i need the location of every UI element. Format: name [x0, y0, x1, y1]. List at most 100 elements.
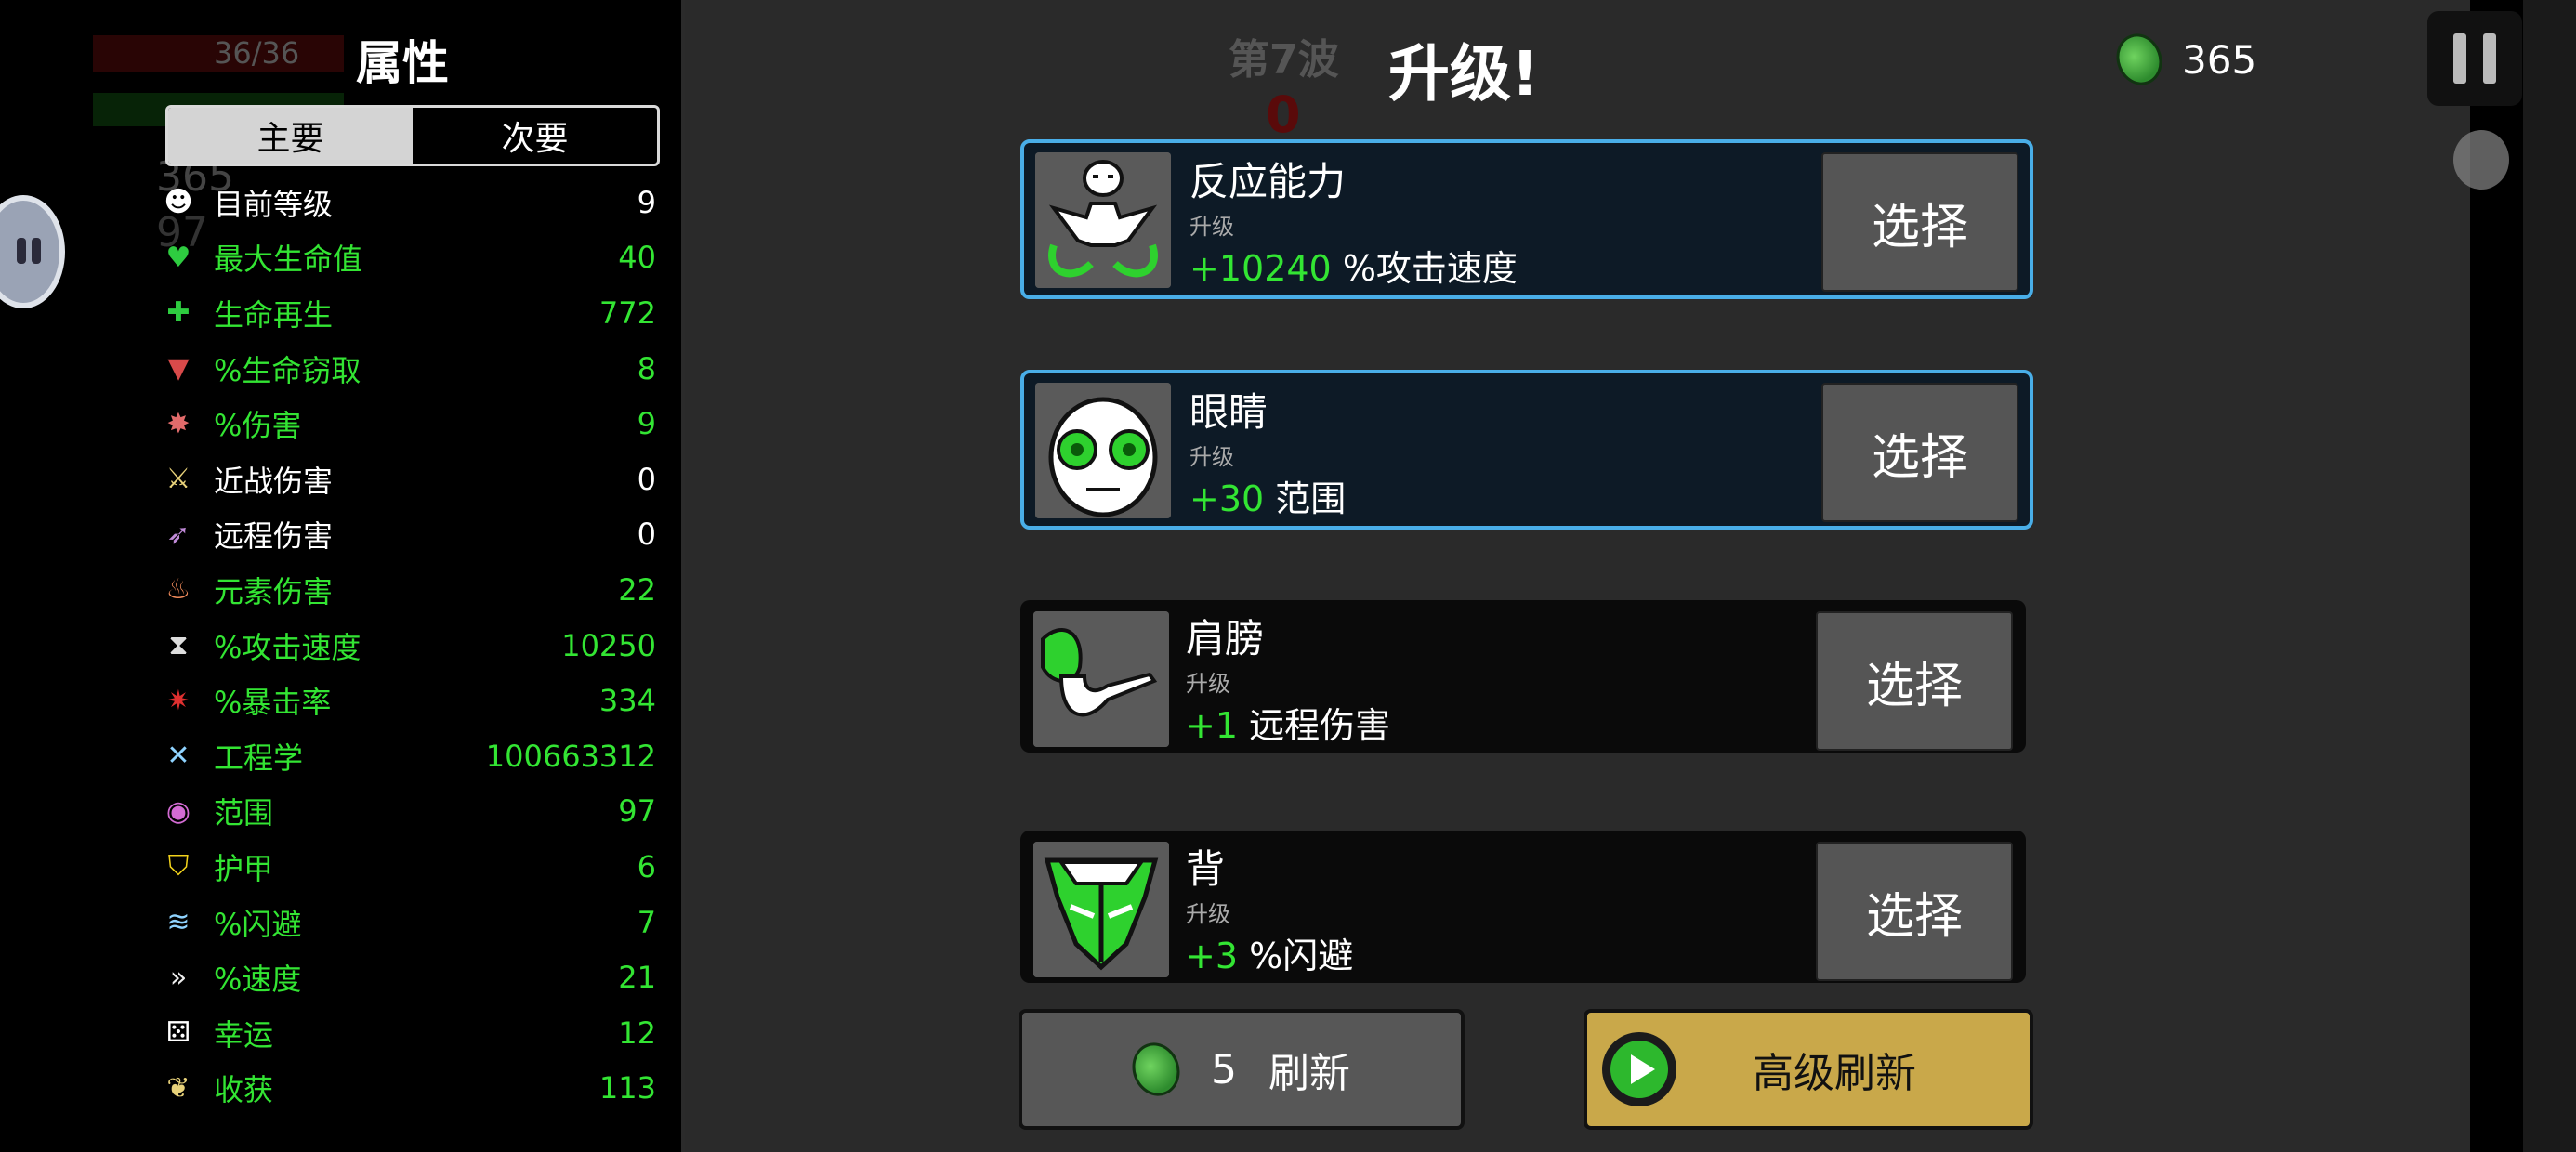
- upgrade-stat: %攻击速度: [1342, 248, 1518, 289]
- stat-row: ⚄ 幸运 12: [160, 1005, 656, 1061]
- upgrade-effect: +3 %闪避: [1186, 927, 1353, 978]
- stats-panel: 36/36 365 97 属性 主要 次要 ☻ 目前等级 9 ♥ 最大生命值 4…: [0, 0, 685, 1152]
- tab-secondary[interactable]: 次要: [413, 108, 657, 164]
- stat-row: ✷ %暴击率 334: [160, 673, 656, 728]
- back-icon: [1033, 842, 1169, 977]
- chat-bubble-icon[interactable]: [0, 195, 65, 308]
- reroll-cost: 5: [1211, 1045, 1237, 1093]
- upgrade-type: 升级: [1186, 901, 1230, 927]
- stat-name: 工程学: [214, 740, 304, 776]
- melee-icon: ⚔: [165, 463, 191, 496]
- page-title: 升级!: [1388, 38, 1540, 110]
- stat-name: 远程伤害: [214, 518, 334, 555]
- premium-reroll-label: 高级刷新: [1753, 1050, 1916, 1097]
- upgrade-stat: 范围: [1275, 478, 1347, 519]
- stat-row: » %速度 21: [160, 949, 656, 1005]
- stat-value: 0: [637, 461, 656, 497]
- stat-value: 22: [618, 571, 656, 608]
- stat-row: ≋ %闪避 7: [160, 895, 656, 950]
- stat-value: 21: [618, 960, 656, 996]
- upgrade-effect: +30 范围: [1189, 470, 1346, 521]
- upgrade-name: 背: [1186, 846, 1226, 892]
- reflexes-icon: [1035, 152, 1171, 288]
- upgrade-card[interactable]: 肩膀 升级 +1 远程伤害 选择: [1020, 600, 2026, 753]
- stat-row: ➶ 远程伤害 0: [160, 507, 656, 563]
- range-icon: ◉: [165, 794, 191, 828]
- stat-name: %速度: [214, 962, 302, 998]
- stat-value: 40: [618, 240, 656, 276]
- upgrade-effect: +1 远程伤害: [1186, 697, 1390, 748]
- pause-icon: [2453, 33, 2466, 84]
- stat-row: ✕ 工程学 100663312: [160, 728, 656, 784]
- stat-value: 12: [618, 1015, 656, 1051]
- upgrade-stat: 远程伤害: [1249, 705, 1391, 746]
- stat-name: 幸运: [214, 1016, 274, 1053]
- upgrade-type: 升级: [1189, 214, 1234, 240]
- premium-reroll-button[interactable]: 高级刷新: [1584, 1009, 2033, 1130]
- stat-name: 目前等级: [214, 186, 334, 222]
- crit-icon: ✷: [166, 684, 191, 717]
- reroll-label: 刷新: [1268, 1050, 1350, 1097]
- stat-value: 100663312: [485, 738, 656, 774]
- stat-row: ❦ 收获 113: [160, 1061, 656, 1117]
- upgrade-name: 反应能力: [1189, 159, 1347, 204]
- hourglass-icon: ⧗: [168, 629, 189, 662]
- stats-list: ☻ 目前等级 9 ♥ 最大生命值 40 ✚ 生命再生 772 ▼ %生命窃取 8…: [160, 175, 656, 1116]
- stat-name: 范围: [214, 795, 274, 831]
- reroll-button[interactable]: 5 刷新: [1019, 1009, 1465, 1130]
- upgrade-name: 肩膀: [1186, 616, 1265, 661]
- stat-value: 10250: [561, 627, 656, 663]
- upgrade-type: 升级: [1189, 444, 1234, 470]
- upgrade-amount: +1: [1186, 705, 1239, 746]
- choose-button[interactable]: 选择: [1821, 152, 2018, 292]
- stat-row: ♨ 元素伤害 22: [160, 562, 656, 618]
- stats-tabs: 主要 次要: [165, 105, 660, 166]
- heart-icon: ♥: [165, 241, 191, 274]
- upgrade-card[interactable]: 眼睛 升级 +30 范围 选择: [1020, 370, 2033, 530]
- upgrade-amount: +30: [1189, 478, 1265, 519]
- upgrade-name: 眼睛: [1189, 389, 1268, 435]
- stat-name: %闪避: [214, 906, 302, 942]
- eyes-icon: [1035, 383, 1171, 518]
- choose-button[interactable]: 选择: [1816, 611, 2013, 751]
- level-icon: ☻: [164, 186, 193, 219]
- upgrade-card[interactable]: 反应能力 升级 +10240 %攻击速度 选择: [1020, 139, 2033, 299]
- upgrade-type: 升级: [1186, 671, 1230, 697]
- upgrade-amount: +10240: [1189, 248, 1332, 289]
- stat-row: ☻ 目前等级 9: [160, 175, 656, 230]
- stat-name: %暴击率: [214, 685, 332, 721]
- upgrade-card[interactable]: 背 升级 +3 %闪避 选择: [1020, 831, 2026, 983]
- shield-icon: ⛉: [167, 850, 190, 884]
- upgrade-effect: +10240 %攻击速度: [1189, 240, 1518, 291]
- stat-name: 近战伤害: [214, 463, 334, 499]
- stat-row: ⚔ 近战伤害 0: [160, 452, 656, 507]
- stat-name: %伤害: [214, 408, 302, 444]
- stat-value: 113: [598, 1070, 656, 1106]
- stat-name: 元素伤害: [214, 573, 334, 609]
- pause-button[interactable]: [2427, 11, 2522, 106]
- lifesteal-icon: ▼: [167, 352, 190, 386]
- shoulder-icon: [1033, 611, 1169, 747]
- upgrade-stat: %闪避: [1249, 936, 1354, 976]
- stat-value: 7: [637, 904, 656, 940]
- stat-name: 最大生命值: [214, 242, 363, 278]
- harvest-icon: ❦: [166, 1071, 191, 1105]
- engineering-icon: ✕: [166, 740, 191, 773]
- elemental-icon: ♨: [165, 573, 191, 607]
- stat-row: ⛉ 护甲 6: [160, 839, 656, 895]
- stat-value: 9: [637, 406, 656, 442]
- wave-label: 第7波: [1229, 36, 1339, 84]
- choose-button[interactable]: 选择: [1816, 842, 2013, 981]
- choose-button[interactable]: 选择: [1821, 383, 2018, 522]
- material-count: 365: [2182, 36, 2257, 83]
- stat-value: 334: [598, 683, 656, 719]
- tab-primary[interactable]: 主要: [168, 108, 413, 164]
- stat-row: ♥ 最大生命值 40: [160, 230, 656, 286]
- stat-name: %生命窃取: [214, 352, 361, 388]
- stat-name: %攻击速度: [214, 629, 361, 665]
- stat-row: ⧗ %攻击速度 10250: [160, 618, 656, 674]
- background-player-sprite: [2453, 130, 2509, 190]
- stat-value: 0: [637, 517, 656, 553]
- ranged-icon: ➶: [166, 517, 191, 551]
- stat-value: 9: [637, 184, 656, 220]
